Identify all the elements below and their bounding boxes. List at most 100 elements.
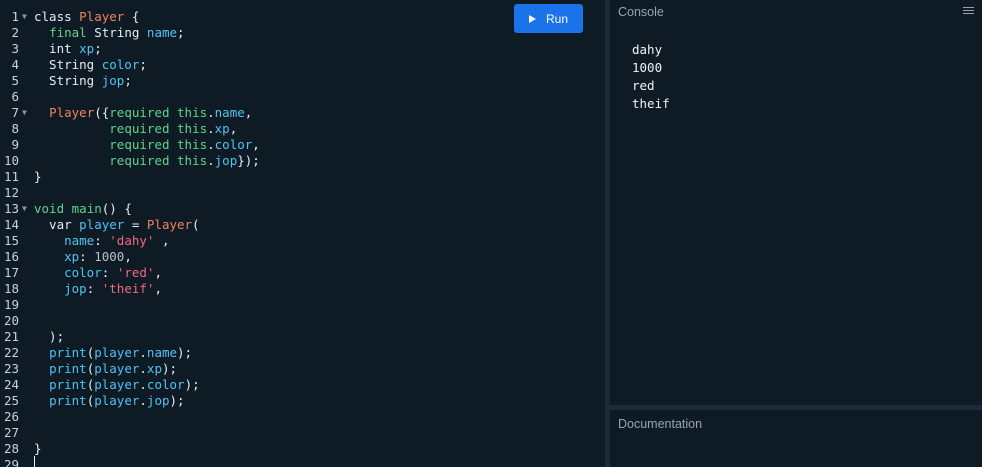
clear-console-icon[interactable] xyxy=(963,7,974,16)
code-token: : xyxy=(79,249,95,264)
line-number: 2 xyxy=(11,25,19,40)
code-line[interactable]: 20 xyxy=(0,313,605,329)
code-line[interactable]: 12 xyxy=(0,185,605,201)
code-token: } xyxy=(34,169,42,184)
line-number: 6 xyxy=(11,89,19,104)
code-text: String color; xyxy=(34,57,147,73)
code-token: print xyxy=(49,377,87,392)
line-number: 11 xyxy=(3,169,19,184)
line-number: 22 xyxy=(3,345,19,360)
console-output-line: 1000 xyxy=(632,60,663,75)
line-number: 17 xyxy=(3,265,19,280)
console-output-line: dahy xyxy=(632,42,663,57)
line-number: 5 xyxy=(11,73,19,88)
code-line[interactable]: 6 xyxy=(0,89,605,105)
fold-arrow-icon[interactable]: ▼ xyxy=(22,201,27,217)
code-line[interactable]: 5 String jop; xyxy=(0,73,605,89)
code-token: . xyxy=(207,121,215,136)
line-number: 29 xyxy=(3,457,19,467)
code-text: print(player.jop); xyxy=(34,393,185,409)
code-token: : xyxy=(101,265,117,280)
code-editor[interactable]: 1 ▼ class Player {2 final String name; 3 in… xyxy=(0,0,605,467)
code-line[interactable]: 14 var player = Player( xyxy=(0,217,605,233)
line-number: 19 xyxy=(3,297,19,312)
code-token: void xyxy=(34,201,65,216)
code-token: main xyxy=(71,201,102,216)
code-text: final String name; xyxy=(34,25,185,41)
code-token: , xyxy=(244,105,253,120)
code-token: = xyxy=(124,217,147,232)
code-line[interactable]: 13 ▼ void main() { xyxy=(0,201,605,217)
code-token: } xyxy=(34,441,42,456)
code-token: player xyxy=(94,393,140,408)
code-token: 'dahy' xyxy=(109,233,155,248)
code-token: ; xyxy=(177,25,185,40)
code-token: ); xyxy=(34,329,65,344)
code-line[interactable]: 19 xyxy=(0,297,605,313)
fold-arrow-icon[interactable]: ▼ xyxy=(22,105,27,121)
code-token: ); xyxy=(169,393,185,408)
code-token: player xyxy=(79,217,125,232)
code-text: required this.xp, xyxy=(34,121,237,137)
code-line[interactable]: 17 color: 'red', xyxy=(0,265,605,281)
code-token: , xyxy=(124,249,132,264)
text-cursor xyxy=(34,456,35,467)
code-line[interactable]: 15 name: 'dahy' , xyxy=(0,233,605,249)
code-token: name xyxy=(214,105,245,120)
code-line[interactable]: 10 required this.jop}); xyxy=(0,153,605,169)
fold-arrow-icon[interactable]: ▼ xyxy=(22,9,27,25)
code-token: String xyxy=(34,73,102,88)
code-line[interactable]: 22 print(player.name); xyxy=(0,345,605,361)
line-number: 4 xyxy=(11,57,19,72)
code-token: xp xyxy=(146,361,162,376)
code-token: , xyxy=(154,265,162,280)
code-text: print(player.xp); xyxy=(34,361,177,377)
code-line[interactable]: 9 required this.color, xyxy=(0,137,605,153)
code-line[interactable]: 29 xyxy=(0,457,605,467)
code-line[interactable]: 23 print(player.xp); xyxy=(0,361,605,377)
code-token: jop xyxy=(64,281,87,296)
code-line[interactable]: 7 ▼ Player({required this.name, xyxy=(0,105,605,121)
code-token: String xyxy=(86,25,147,40)
line-number: 21 xyxy=(3,329,19,344)
documentation-title: Documentation xyxy=(618,417,703,431)
code-line[interactable]: 24 print(player.color); xyxy=(0,377,605,393)
play-icon xyxy=(528,14,536,23)
code-token: print xyxy=(49,345,87,360)
run-button[interactable]: Run xyxy=(514,4,583,33)
code-text: ); xyxy=(34,329,64,345)
code-token: ); xyxy=(177,345,193,360)
code-line[interactable]: 26 xyxy=(0,409,605,425)
line-number: 8 xyxy=(11,121,19,136)
code-token: . xyxy=(139,361,147,376)
code-line[interactable]: 8 required this.xp, xyxy=(0,121,605,137)
code-token: 1000 xyxy=(94,249,125,264)
code-line[interactable]: 18 jop: 'theif', xyxy=(0,281,605,297)
line-number: 16 xyxy=(3,249,19,264)
code-line[interactable]: 25 print(player.jop); xyxy=(0,393,605,409)
code-token: Player xyxy=(79,9,125,24)
code-line[interactable]: 16 xp: 1000, xyxy=(0,249,605,265)
line-number: 25 xyxy=(3,393,19,408)
code-token: . xyxy=(139,377,147,392)
line-number: 26 xyxy=(3,409,19,424)
code-token: , xyxy=(154,233,170,248)
code-text: required this.color, xyxy=(34,137,260,153)
code-line[interactable]: 27 xyxy=(0,425,605,441)
code-text: int xp; xyxy=(34,41,102,57)
code-token: , xyxy=(252,137,260,152)
code-text: void main() { xyxy=(34,201,132,217)
line-number: 27 xyxy=(3,425,19,440)
code-line[interactable]: 4 String color; xyxy=(0,57,605,73)
code-line[interactable]: 3 int xp; xyxy=(0,41,605,57)
console-title: Console xyxy=(618,5,664,19)
code-text: class Player { xyxy=(34,9,139,25)
code-token: required this xyxy=(109,105,208,120)
code-token: : xyxy=(94,233,110,248)
code-line[interactable]: 21 ); xyxy=(0,329,605,345)
code-line[interactable]: 11} xyxy=(0,169,605,185)
code-line[interactable]: 28} xyxy=(0,441,605,457)
code-token: ; xyxy=(94,41,102,56)
